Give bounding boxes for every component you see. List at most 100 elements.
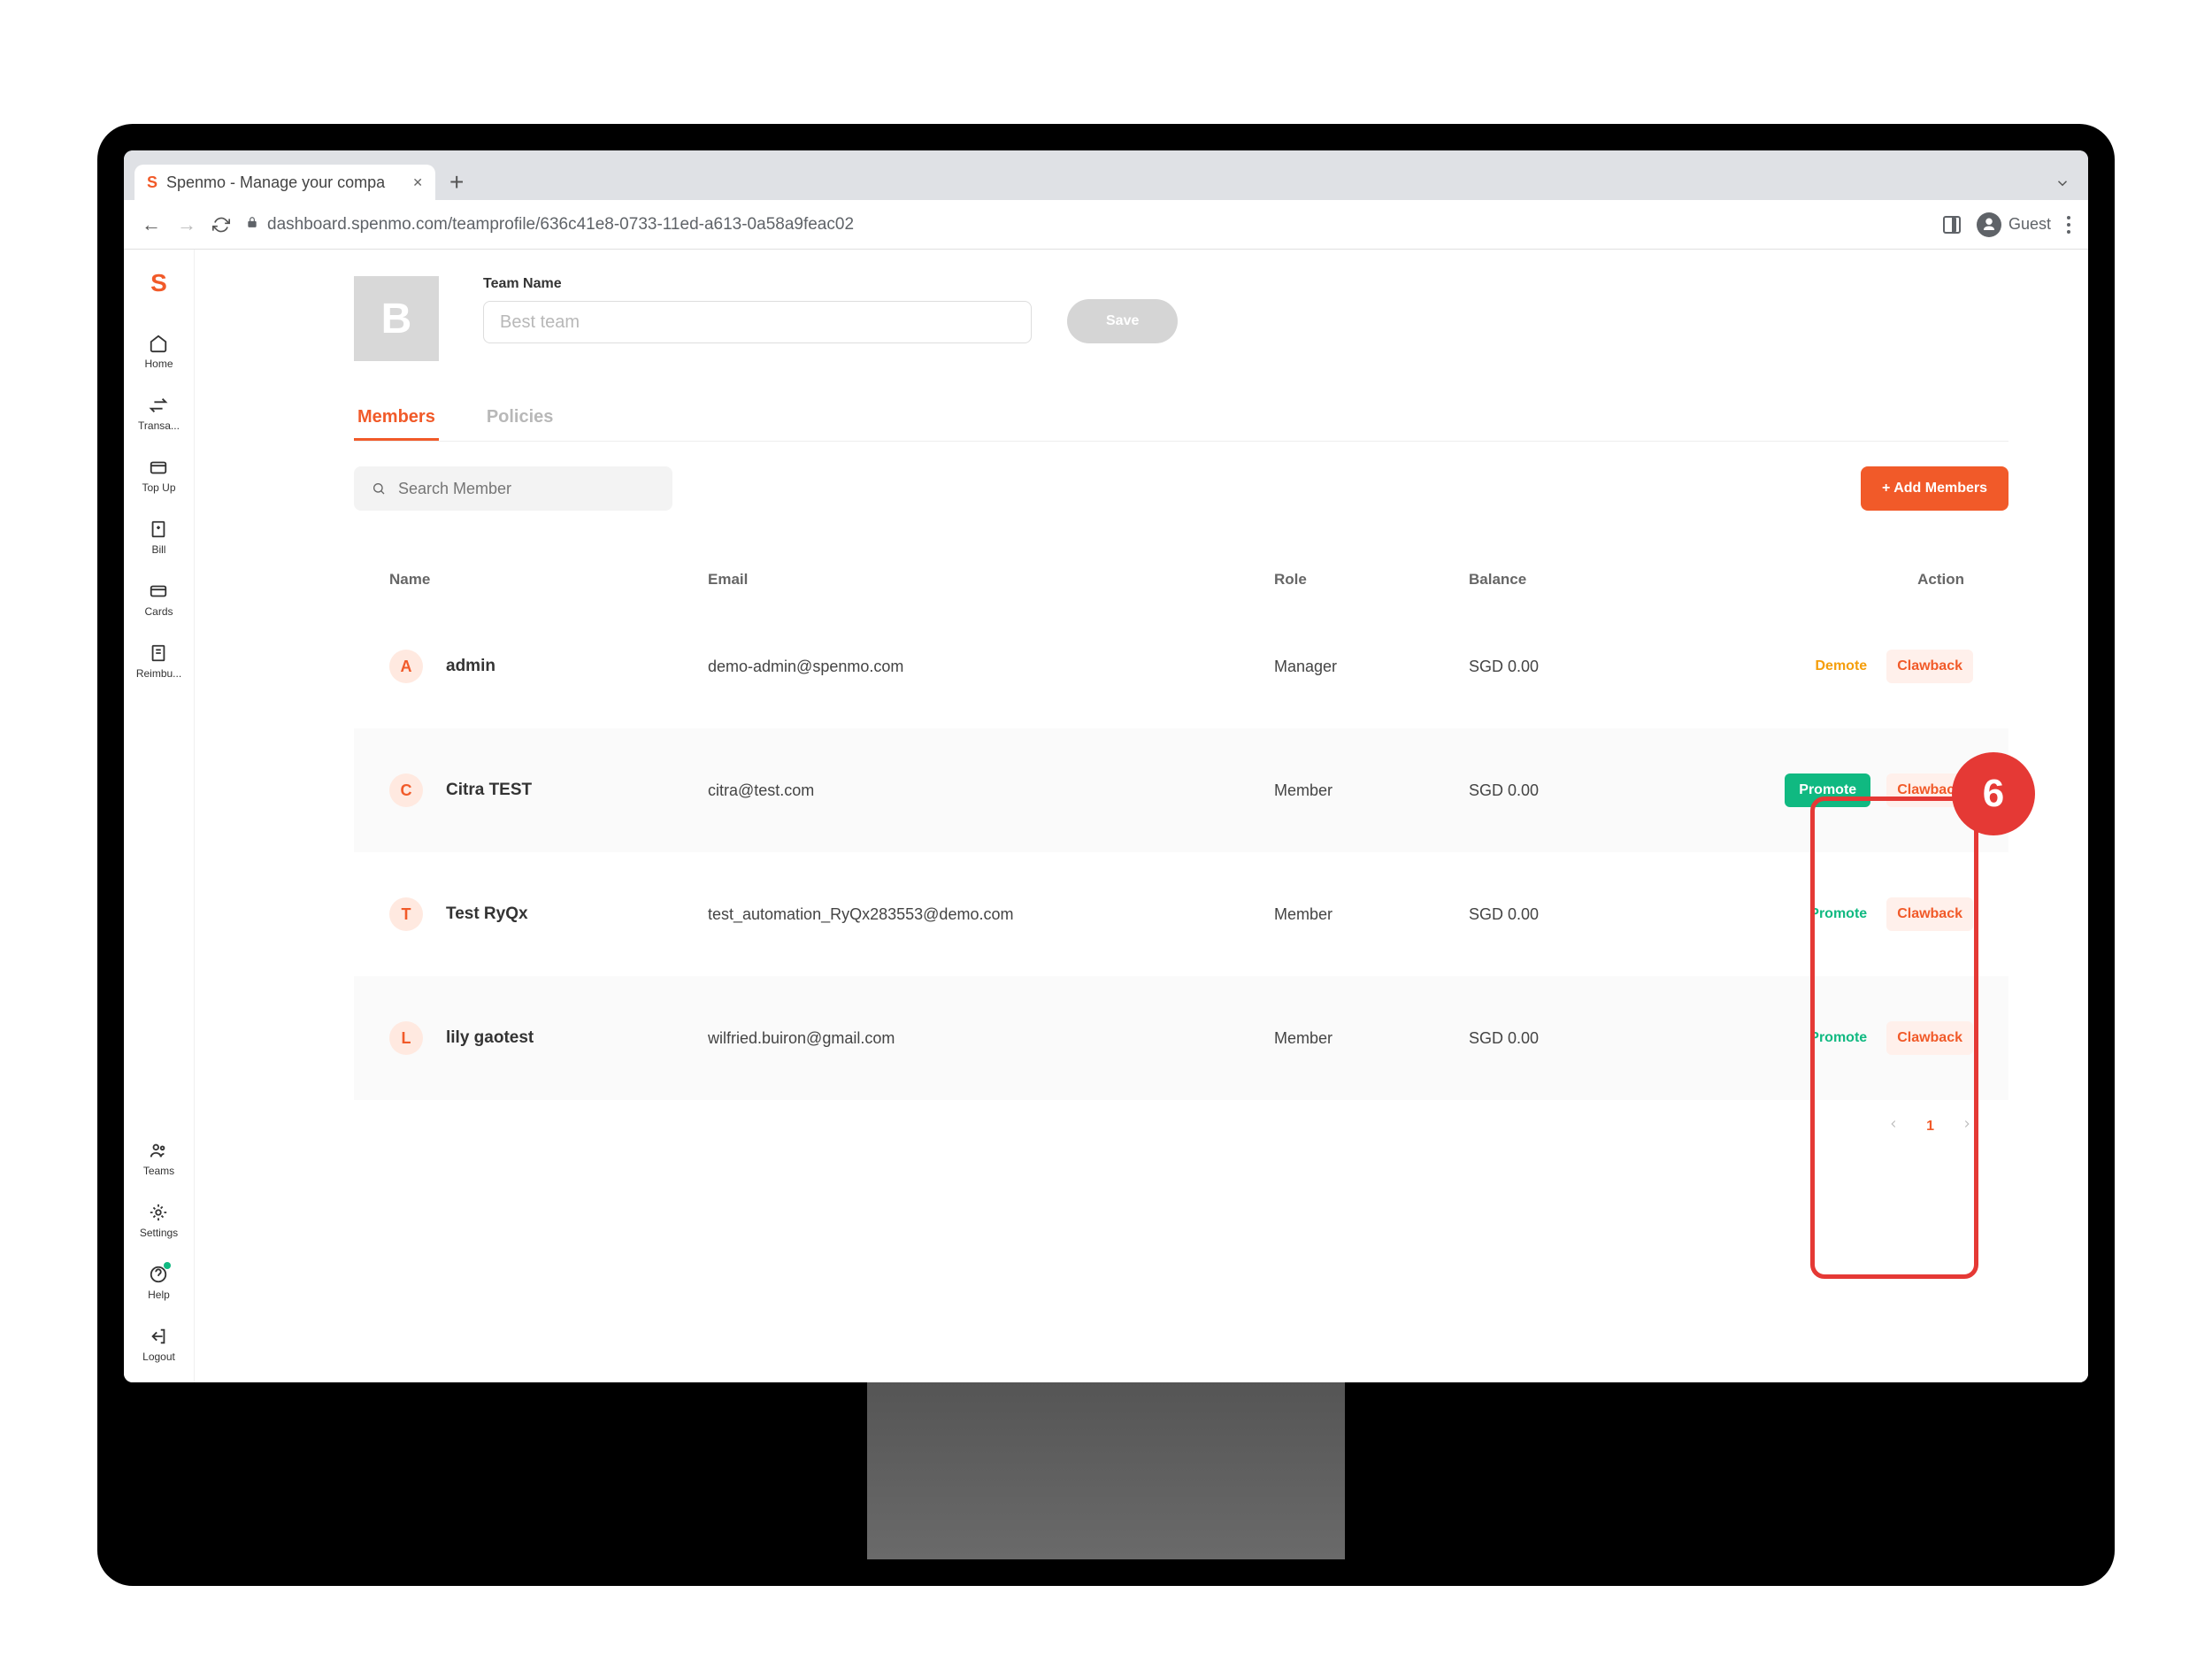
pagination: 1 <box>354 1100 2008 1135</box>
teams-icon <box>148 1140 169 1161</box>
primary-action-button[interactable]: Promote <box>1806 899 1870 929</box>
home-icon <box>148 333 169 354</box>
team-name-input[interactable] <box>483 301 1032 343</box>
tab-bar-expand[interactable] <box>2055 175 2088 200</box>
th-name: Name <box>389 571 708 589</box>
team-name-label: Team Name <box>483 276 1032 292</box>
member-role: Member <box>1274 1029 1469 1048</box>
member-initial: A <box>389 650 423 683</box>
team-avatar[interactable]: B <box>354 276 439 361</box>
member-email: wilfried.buiron@gmail.com <box>708 1029 1274 1048</box>
guest-label: Guest <box>2008 215 2051 234</box>
browser-address-bar: ← → dashboard.spenmo.com/teamprofile/636… <box>124 200 2088 250</box>
sidebar-item-logout[interactable]: Logout <box>142 1326 175 1363</box>
bill-icon <box>148 519 169 540</box>
save-button[interactable]: Save <box>1067 299 1178 343</box>
browser-tab[interactable]: S Spenmo - Manage your compa ✕ <box>134 165 435 200</box>
sidebar-item-transactions[interactable]: Transa... <box>138 395 180 432</box>
clawback-button[interactable]: Clawback <box>1886 897 1973 931</box>
card-icon <box>148 581 169 602</box>
sidebar-nav-bottom: Teams Settings Help Logout <box>140 1140 178 1363</box>
help-icon <box>148 1264 169 1285</box>
spenmo-favicon-icon: S <box>147 173 157 192</box>
prev-page-button[interactable] <box>1887 1118 1900 1135</box>
table-row: A admin demo-admin@spenmo.com Manager SG… <box>354 604 2008 728</box>
table-row: C Citra TEST citra@test.com Member SGD 0… <box>354 728 2008 852</box>
sidebar-item-home[interactable]: Home <box>144 333 173 370</box>
tab-policies[interactable]: Policies <box>483 396 557 441</box>
main-content: B Team Name Save Members Policies <box>195 250 2088 1382</box>
primary-action-button[interactable]: Promote <box>1785 773 1870 807</box>
lock-icon <box>246 216 258 233</box>
member-role: Member <box>1274 781 1469 800</box>
guest-avatar-icon <box>1977 212 2001 237</box>
sidebar-item-bill[interactable]: Bill <box>148 519 169 556</box>
member-name: Citra TEST <box>446 781 532 800</box>
th-role: Role <box>1274 571 1469 589</box>
primary-action-button[interactable]: Promote <box>1806 1023 1870 1053</box>
table-header: Name Email Role Balance Action <box>354 555 2008 604</box>
tab-members[interactable]: Members <box>354 396 439 441</box>
member-initial: L <box>389 1021 423 1055</box>
member-name: admin <box>446 657 495 676</box>
member-email: citra@test.com <box>708 781 1274 800</box>
tab-title: Spenmo - Manage your compa <box>166 173 403 192</box>
member-email: demo-admin@spenmo.com <box>708 658 1274 676</box>
monitor-frame: S Spenmo - Manage your compa ✕ + ← → das… <box>97 124 2115 1586</box>
clawback-button[interactable]: Clawback <box>1886 650 1973 683</box>
member-initial: C <box>389 773 423 807</box>
member-role: Manager <box>1274 658 1469 676</box>
th-action: Action <box>1725 571 1973 589</box>
team-form: Team Name Save <box>483 276 1178 343</box>
member-balance: SGD 0.00 <box>1469 905 1725 924</box>
members-table: Name Email Role Balance Action A admin d… <box>354 555 2008 1135</box>
search-box[interactable] <box>354 466 672 511</box>
member-balance: SGD 0.00 <box>1469 658 1725 676</box>
th-balance: Balance <box>1469 571 1725 589</box>
screen: S Spenmo - Manage your compa ✕ + ← → das… <box>124 150 2088 1382</box>
primary-action-button[interactable]: Demote <box>1812 651 1871 681</box>
annotation-badge: 6 <box>1952 752 2035 835</box>
search-icon <box>372 481 386 496</box>
member-name: lily gaotest <box>446 1028 534 1048</box>
member-balance: SGD 0.00 <box>1469 1029 1725 1048</box>
spenmo-logo-icon[interactable]: S <box>150 269 167 297</box>
sidebar-item-teams[interactable]: Teams <box>143 1140 174 1177</box>
receipt-icon <box>148 643 169 664</box>
logout-icon <box>148 1326 169 1347</box>
side-panel-icon[interactable] <box>1943 216 1961 234</box>
forward-button[interactable]: → <box>177 213 196 236</box>
browser-tab-bar: S Spenmo - Manage your compa ✕ + <box>124 150 2088 200</box>
back-button[interactable]: ← <box>142 213 161 236</box>
app-root: S Home Transa... Top Up <box>124 250 2088 1382</box>
current-page: 1 <box>1926 1119 1934 1135</box>
sidebar-item-topup[interactable]: Top Up <box>142 457 175 494</box>
tab-bar: Members Policies <box>354 396 2008 442</box>
sidebar: S Home Transa... Top Up <box>124 250 195 1382</box>
member-email: test_automation_RyQx283553@demo.com <box>708 905 1274 924</box>
search-input[interactable] <box>398 480 655 498</box>
url-field[interactable]: dashboard.spenmo.com/teamprofile/636c41e… <box>246 215 1927 235</box>
url-text: dashboard.spenmo.com/teamprofile/636c41e… <box>267 215 854 235</box>
gear-icon <box>148 1202 169 1223</box>
sidebar-item-settings[interactable]: Settings <box>140 1202 178 1239</box>
member-name: Test RyQx <box>446 904 528 924</box>
table-row: T Test RyQx test_automation_RyQx283553@d… <box>354 852 2008 976</box>
monitor-stand <box>867 1382 1345 1559</box>
member-role: Member <box>1274 905 1469 924</box>
member-balance: SGD 0.00 <box>1469 781 1725 800</box>
sidebar-item-help[interactable]: Help <box>148 1264 170 1301</box>
clawback-button[interactable]: Clawback <box>1886 1021 1973 1055</box>
browser-menu-icon[interactable] <box>2067 216 2070 234</box>
sidebar-item-reimbursement[interactable]: Reimbu... <box>136 643 181 680</box>
reload-button[interactable] <box>212 216 230 234</box>
controls-row: + Add Members <box>354 466 2008 511</box>
new-tab-button[interactable]: + <box>435 165 478 200</box>
profile-chip[interactable]: Guest <box>1977 212 2051 237</box>
team-header: B Team Name Save <box>354 276 2008 361</box>
add-members-button[interactable]: + Add Members <box>1861 466 2008 511</box>
next-page-button[interactable] <box>1961 1118 1973 1135</box>
sidebar-item-cards[interactable]: Cards <box>144 581 173 618</box>
member-initial: T <box>389 897 423 931</box>
close-tab-icon[interactable]: ✕ <box>412 175 423 190</box>
